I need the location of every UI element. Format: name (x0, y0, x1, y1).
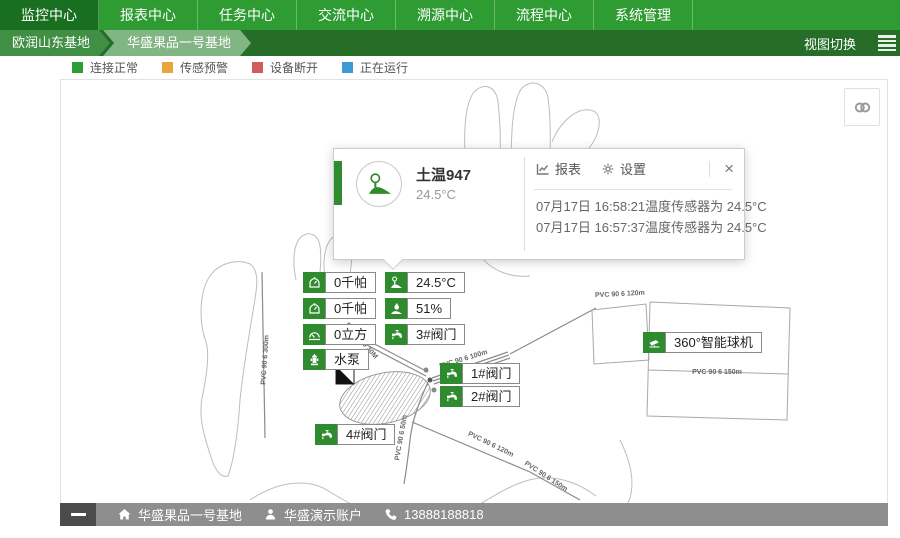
pipe-label: PVC 90 6 120m (595, 290, 645, 300)
badge-label: 2#阀门 (462, 386, 520, 407)
settings-button[interactable]: 设置 (601, 159, 646, 178)
badge-label: 360°智能球机 (665, 332, 762, 353)
collapse-footer-button[interactable] (60, 503, 96, 526)
menu-icon[interactable] (878, 35, 896, 51)
valve-icon (440, 386, 462, 407)
pipe-label: PVC 90 6 50m (394, 415, 409, 461)
valve-icon (385, 324, 407, 345)
pipe-label: PVC 90 6 300m (260, 335, 270, 385)
breadcrumb-base[interactable]: 欧润山东基地 (0, 30, 110, 56)
tab-exchange-center[interactable]: 交流中心 (297, 0, 396, 30)
minus-icon (71, 513, 86, 516)
popup-accent-bar (334, 161, 342, 205)
sensor-badge-valve-4[interactable]: 4#阀门 (315, 424, 395, 445)
badge-label: 水泵 (325, 349, 369, 370)
user-icon (264, 508, 277, 521)
footer-account: 华盛演示账户 (264, 505, 362, 524)
legend-item-connected: 连接正常 (72, 59, 138, 76)
share-link-button[interactable] (844, 88, 880, 126)
pump-icon (303, 349, 325, 370)
sensor-name: 土温947 (416, 164, 471, 185)
badge-label: 51% (407, 298, 451, 319)
pressure-gauge-icon (303, 272, 325, 293)
popup-divider (524, 157, 525, 251)
sensor-badge-soil-humidity[interactable]: 51% (385, 298, 451, 319)
breadcrumb-bar: 欧润山东基地 华盛果品一号基地 视图切换 (0, 30, 900, 56)
sensor-log-entry: 07月17日 16:57:37温度传感器为 24.5°C (536, 217, 767, 238)
soil-temperature-icon (385, 272, 407, 293)
popup-rule (534, 189, 732, 190)
chart-icon (536, 162, 550, 176)
tab-report-center[interactable]: 报表中心 (99, 0, 198, 30)
popup-mini-divider (709, 161, 710, 177)
tab-task-center[interactable]: 任务中心 (198, 0, 297, 30)
footer-base: 华盛果品一号基地 (118, 505, 242, 524)
tab-monitor-center[interactable]: 监控中心 (0, 0, 99, 30)
blue-square-icon (342, 62, 353, 73)
pipe-label: PVC 90 6 150m (692, 369, 742, 376)
badge-label: 0立方 (325, 324, 376, 345)
badge-label: 3#阀门 (407, 324, 465, 345)
tab-trace-center[interactable]: 溯源中心 (396, 0, 495, 30)
status-legend: 连接正常 传感预警 设备断开 正在运行 (60, 56, 888, 80)
sensor-badge-valve-3[interactable]: 3#阀门 (385, 324, 465, 345)
pipe-label: PVC 90 6 120m (467, 431, 515, 459)
report-button[interactable]: 报表 (536, 159, 581, 178)
sensor-badge-pressure-1[interactable]: 0千帕 (303, 272, 376, 293)
close-icon[interactable]: × (724, 161, 734, 177)
valve-icon (315, 424, 337, 445)
sensor-log-list: 07月17日 16:58:21温度传感器为 24.5°C 07月17日 16:5… (536, 196, 767, 238)
sensor-badge-pump[interactable]: 水泵 (303, 349, 369, 370)
sensor-badge-flow-meter[interactable]: 0立方 (303, 324, 376, 345)
breadcrumb-right: 视图切换 (804, 34, 900, 53)
badge-label: 0千帕 (325, 272, 376, 293)
badge-label: 4#阀门 (337, 424, 395, 445)
farm-map-drawing: PVC 90 6 300m PVC 90 6 30M PVC 90 6 100m… (60, 80, 888, 503)
sensor-badge-valve-1[interactable]: 1#阀门 (440, 363, 520, 384)
status-footer: 华盛果品一号基地 华盛演示账户 13888188818 (60, 503, 888, 526)
sensor-value: 24.5°C (416, 187, 456, 202)
footer-phone: 13888188818 (384, 507, 484, 522)
badge-label: 0千帕 (325, 298, 376, 319)
badge-label: 24.5°C (407, 272, 465, 293)
soil-humidity-icon (385, 298, 407, 319)
valve-icon (440, 363, 462, 384)
sensor-detail-popup: 土温947 24.5°C 报表 设置 × 07月17日 16:58:21温度传感… (333, 148, 745, 260)
gear-icon (601, 162, 615, 176)
view-switch-button[interactable]: 视图切换 (804, 34, 856, 53)
sensor-badge-valve-2[interactable]: 2#阀门 (440, 386, 520, 407)
ptz-camera-icon (643, 332, 665, 353)
pressure-gauge-icon (303, 298, 325, 319)
pipe-label: PVC 90 6 150m (523, 460, 569, 493)
legend-item-disconnected: 设备断开 (252, 59, 318, 76)
popup-actions: 报表 设置 × (536, 159, 734, 178)
home-icon (118, 508, 131, 521)
green-square-icon (72, 62, 83, 73)
soil-temperature-icon (356, 161, 402, 207)
sensor-badge-soil-temp[interactable]: 24.5°C (385, 272, 465, 293)
link-icon (853, 100, 872, 115)
red-square-icon (252, 62, 263, 73)
tab-process-center[interactable]: 流程中心 (495, 0, 594, 30)
sensor-badge-pressure-2[interactable]: 0千帕 (303, 298, 376, 319)
legend-item-sensor-warning: 传感预警 (162, 59, 228, 76)
orange-square-icon (162, 62, 173, 73)
tab-system-admin[interactable]: 系统管理 (594, 0, 693, 30)
breadcrumb-sub-base[interactable]: 华盛果品一号基地 (103, 30, 251, 56)
legend-item-running: 正在运行 (342, 59, 408, 76)
sensor-badge-ptz-camera[interactable]: 360°智能球机 (643, 332, 762, 353)
monitoring-dashboard: 监控中心 报表中心 任务中心 交流中心 溯源中心 流程中心 系统管理 欧润山东基… (0, 0, 900, 538)
sensor-log-entry: 07月17日 16:58:21温度传感器为 24.5°C (536, 196, 767, 217)
flow-meter-icon (303, 324, 325, 345)
top-nav: 监控中心 报表中心 任务中心 交流中心 溯源中心 流程中心 系统管理 (0, 0, 900, 30)
badge-label: 1#阀门 (462, 363, 520, 384)
phone-icon (384, 508, 397, 521)
